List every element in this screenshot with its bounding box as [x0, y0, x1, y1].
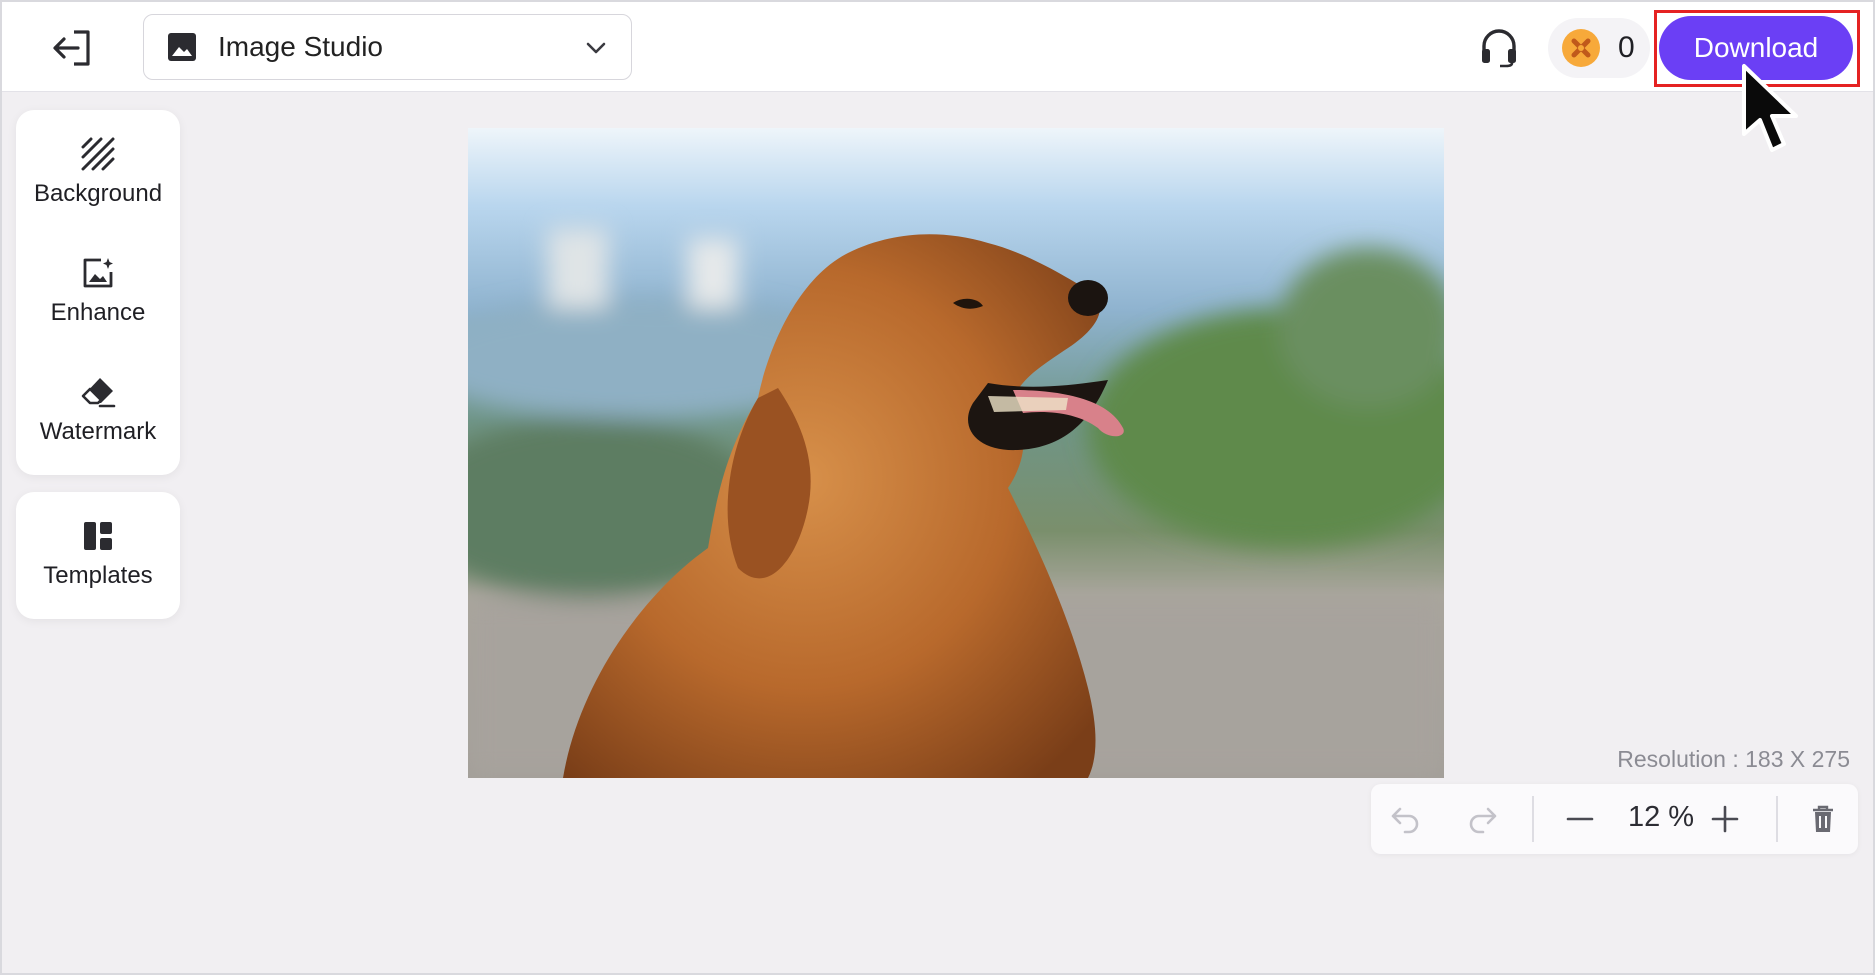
chevron-down-icon	[586, 42, 606, 54]
credits-count: 0	[1618, 31, 1635, 64]
studio-name: Image Studio	[218, 31, 383, 62]
undo-icon	[1391, 807, 1419, 834]
image-icon	[166, 31, 198, 63]
resolution-label: Resolution : 183 X 275	[1617, 746, 1850, 772]
exit-button[interactable]	[46, 26, 98, 70]
download-button[interactable]: Download	[1659, 16, 1853, 80]
credits-badge[interactable]: 0	[1548, 18, 1650, 78]
plus-icon	[1711, 805, 1739, 833]
headset-icon	[1482, 29, 1516, 68]
templates-tool[interactable]: Templates	[16, 492, 180, 602]
delete-button[interactable]	[1803, 799, 1843, 839]
dog-photo	[468, 128, 1444, 778]
enhance-image-icon	[80, 255, 116, 291]
top-bar: Image Studio 0 Download	[2, 2, 1873, 92]
studio-selector[interactable]: Image Studio	[143, 14, 632, 80]
exit-icon	[53, 30, 90, 66]
support-button[interactable]	[1474, 22, 1524, 72]
canvas-image[interactable]	[468, 128, 1444, 778]
enhance-tool-label: Enhance	[50, 299, 146, 326]
canvas-toolbar: 12 %	[1371, 784, 1858, 854]
undo-button[interactable]	[1385, 799, 1425, 839]
zoom-out-button[interactable]	[1560, 799, 1600, 839]
tools-panel: Background Enhance Watermark	[16, 110, 180, 475]
eraser-icon	[80, 374, 116, 410]
trash-icon	[1813, 805, 1833, 832]
background-tool-label: Background	[33, 180, 163, 207]
enhance-tool[interactable]: Enhance	[16, 229, 180, 339]
toolbar-divider	[1776, 796, 1778, 842]
zoom-in-button[interactable]	[1705, 799, 1745, 839]
templates-panel: Templates	[16, 492, 180, 619]
background-pattern-icon	[80, 136, 116, 172]
templates-layout-icon	[80, 518, 116, 554]
minus-icon	[1566, 817, 1594, 821]
background-tool[interactable]: Background	[16, 110, 180, 220]
watermark-tool[interactable]: Watermark	[16, 348, 180, 458]
redo-icon	[1469, 807, 1497, 834]
zoom-level: 12 %	[1627, 801, 1695, 833]
templates-tool-label: Templates	[43, 562, 153, 589]
watermark-tool-label: Watermark	[39, 418, 157, 445]
coin-icon	[1562, 29, 1600, 67]
redo-button[interactable]	[1463, 799, 1503, 839]
toolbar-divider	[1532, 796, 1534, 842]
